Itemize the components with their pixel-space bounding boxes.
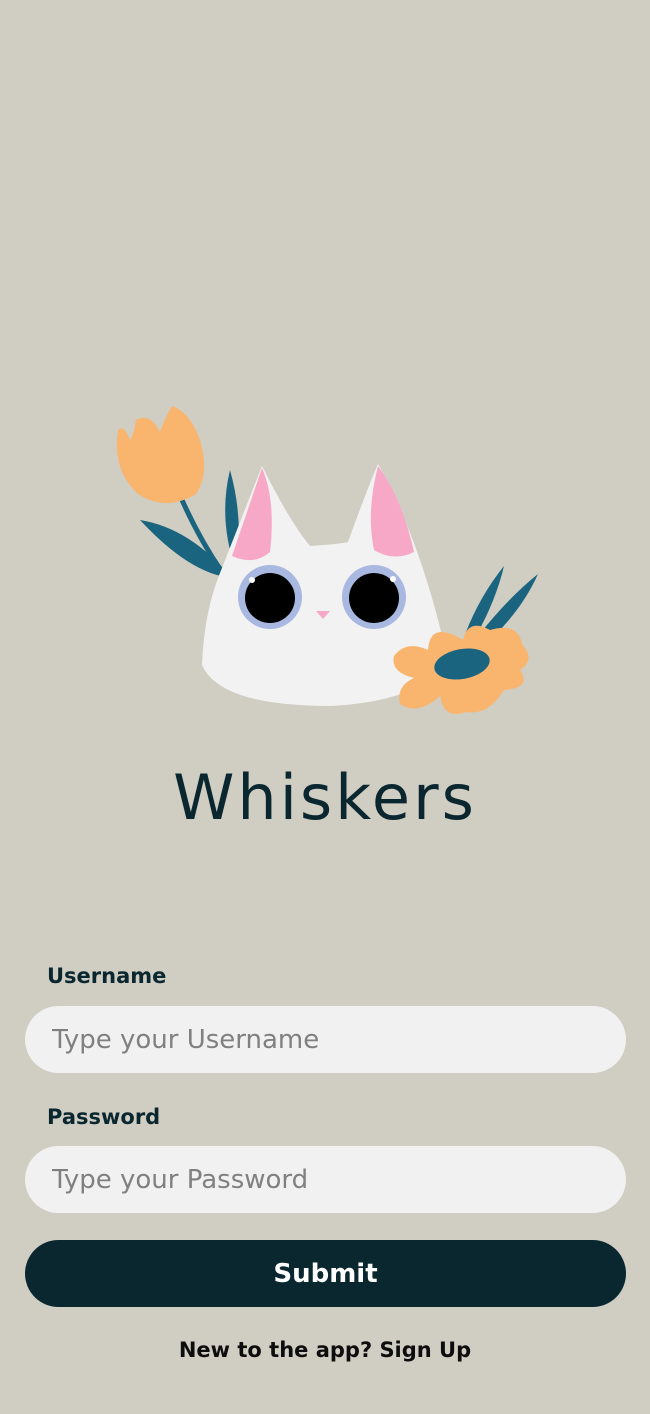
login-screen: Whiskers Username Password Submit New to… xyxy=(0,0,650,1414)
signup-prompt: New to the app? Sign Up xyxy=(0,1335,650,1365)
password-input[interactable] xyxy=(25,1146,626,1213)
tulip-icon xyxy=(116,406,239,578)
signup-prompt-text: New to the app? xyxy=(178,1338,373,1362)
signup-link[interactable]: Sign Up xyxy=(379,1338,471,1362)
cat-with-flowers-illustration xyxy=(116,406,538,714)
username-label: Username xyxy=(47,964,167,988)
app-title: Whiskers xyxy=(173,761,477,834)
password-label: Password xyxy=(47,1105,161,1129)
submit-button[interactable]: Submit xyxy=(25,1240,626,1307)
username-input[interactable] xyxy=(25,1006,626,1073)
